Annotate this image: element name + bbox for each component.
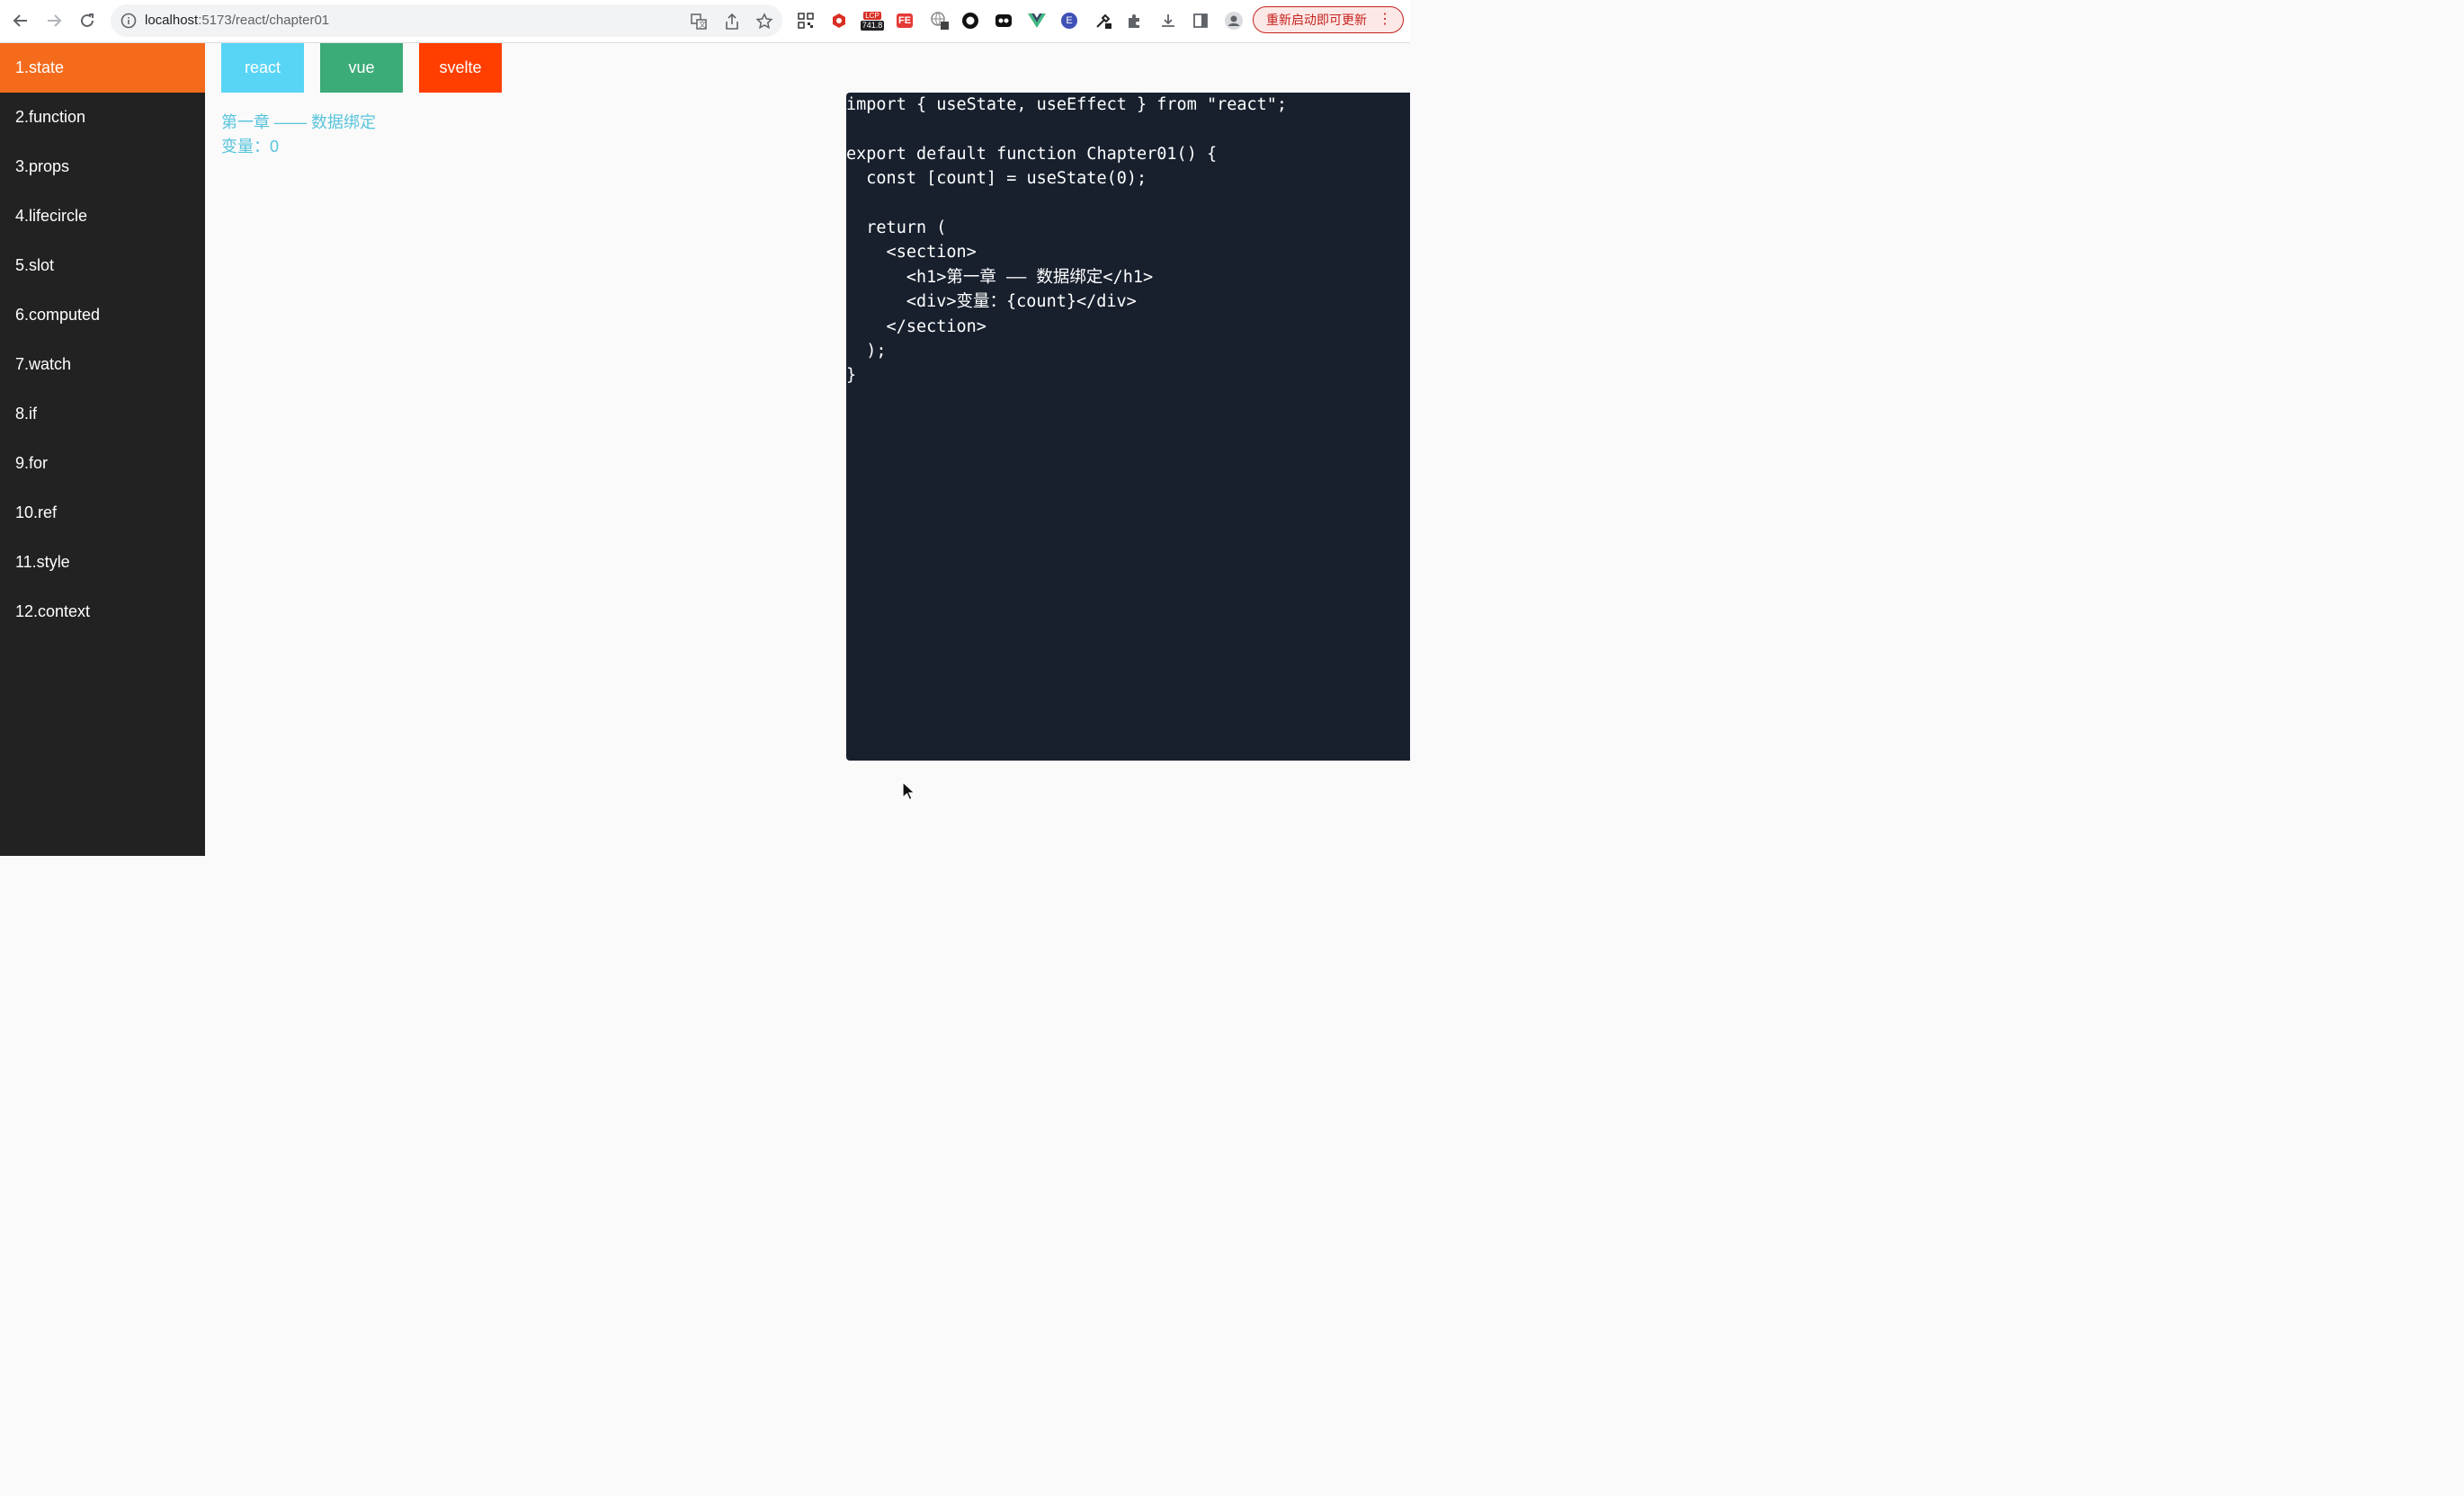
sidebar-item-props[interactable]: 3.props — [0, 142, 205, 191]
share-icon[interactable] — [723, 13, 741, 31]
kebab-menu-icon[interactable]: ⋮ — [1378, 12, 1392, 28]
reload-icon — [81, 13, 94, 27]
arrow-right-icon — [48, 14, 62, 27]
sidebar-item-context[interactable]: 12.context — [0, 587, 205, 637]
sidebar-item-style[interactable]: 11.style — [0, 538, 205, 587]
sidebar-item-for[interactable]: 9.for — [0, 439, 205, 488]
address-bar[interactable]: localhost:5173/react/chapter01 文 — [111, 4, 782, 37]
code-line: <h1>第一章 —— 数据绑定</h1> — [846, 267, 1154, 287]
code-line: const [count] = useState(0); — [846, 169, 1147, 189]
code-line: return ( — [846, 218, 947, 238]
source-code-panel: import { useState, useEffect } from "rea… — [846, 93, 1410, 761]
lcp-value: 741.8 — [860, 20, 885, 31]
forward-button[interactable] — [42, 9, 66, 32]
update-label: 重新启动即可更新 — [1266, 13, 1367, 27]
mouse-pointer-icon — [902, 781, 916, 801]
reload-button[interactable] — [76, 9, 99, 32]
vue-devtools-icon[interactable] — [1027, 11, 1047, 31]
sidebar-item-if[interactable]: 8.if — [0, 389, 205, 439]
relaunch-update-button[interactable]: 重新启动即可更新 ⋮ — [1253, 6, 1404, 33]
vue-tab-button[interactable]: vue — [320, 43, 403, 93]
sidebar-item-ref[interactable]: 10.ref — [0, 488, 205, 538]
svelte-tab-button[interactable]: svelte — [419, 43, 502, 93]
e-badge: E — [1061, 13, 1077, 29]
url-path: :5173/react/chapter01 — [198, 13, 330, 28]
puzzle-extensions-icon[interactable] — [1125, 11, 1145, 31]
sidebar-item-slot[interactable]: 5.slot — [0, 241, 205, 290]
url-text[interactable]: localhost:5173/react/chapter01 — [145, 13, 329, 29]
sidebar-item-function[interactable]: 2.function — [0, 93, 205, 142]
back-button[interactable] — [9, 9, 32, 32]
code-line: import { useState, useEffect } from "rea… — [846, 95, 1288, 114]
code-line: ); — [846, 342, 887, 361]
fe-badge: FE — [896, 13, 914, 28]
lcp-extension-icon[interactable]: LCP 741.8 — [858, 11, 887, 31]
hexagon-extension-icon[interactable] — [829, 11, 849, 31]
chapter-sidebar: 1.state 2.function 3.props 4.lifecircle … — [0, 43, 205, 856]
url-host: localhost — [145, 13, 199, 28]
sidebar-item-state[interactable]: 1.state — [0, 43, 205, 93]
count-value-line: 变量：0 — [221, 138, 280, 156]
qr-code-extension-icon[interactable] — [796, 11, 816, 31]
browser-toolbar: localhost:5173/react/chapter01 文 LCP 741… — [0, 0, 1410, 43]
tampermonkey-icon[interactable] — [994, 11, 1013, 31]
sidebar-item-computed[interactable]: 6.computed — [0, 290, 205, 340]
profile-avatar-icon[interactable] — [1224, 11, 1244, 31]
fe-extension-icon[interactable]: FE — [895, 11, 915, 31]
sidebar-item-lifecircle[interactable]: 4.lifecircle — [0, 191, 205, 241]
lcp-label: LCP — [863, 11, 881, 20]
code-line: export default function Chapter01() { — [846, 144, 1218, 164]
download-icon[interactable] — [1158, 11, 1178, 31]
translate-icon[interactable]: 文 — [690, 13, 708, 31]
code-line: <div>变量：{count}</div> — [846, 292, 1137, 312]
code-block: import { useState, useEffect } from "rea… — [846, 93, 1410, 388]
arrow-left-icon — [13, 14, 27, 27]
react-tab-button[interactable]: react — [221, 43, 304, 93]
circle-extension-icon[interactable] — [960, 11, 980, 31]
code-line: } — [846, 366, 857, 386]
sidebar-item-watch[interactable]: 7.watch — [0, 340, 205, 389]
chapter-heading: 第一章 —— 数据绑定 — [221, 113, 377, 131]
svg-text:文: 文 — [699, 20, 706, 29]
site-info-icon[interactable] — [121, 13, 137, 29]
side-panel-icon[interactable] — [1191, 11, 1210, 31]
code-line: <section> — [846, 243, 977, 263]
globe-extension-icon[interactable] — [930, 11, 950, 31]
code-line: </section> — [846, 316, 986, 336]
eyedropper-extension-icon[interactable] — [1094, 11, 1113, 31]
e-extension-icon[interactable]: E — [1059, 11, 1079, 31]
star-bookmark-icon[interactable] — [755, 13, 773, 31]
